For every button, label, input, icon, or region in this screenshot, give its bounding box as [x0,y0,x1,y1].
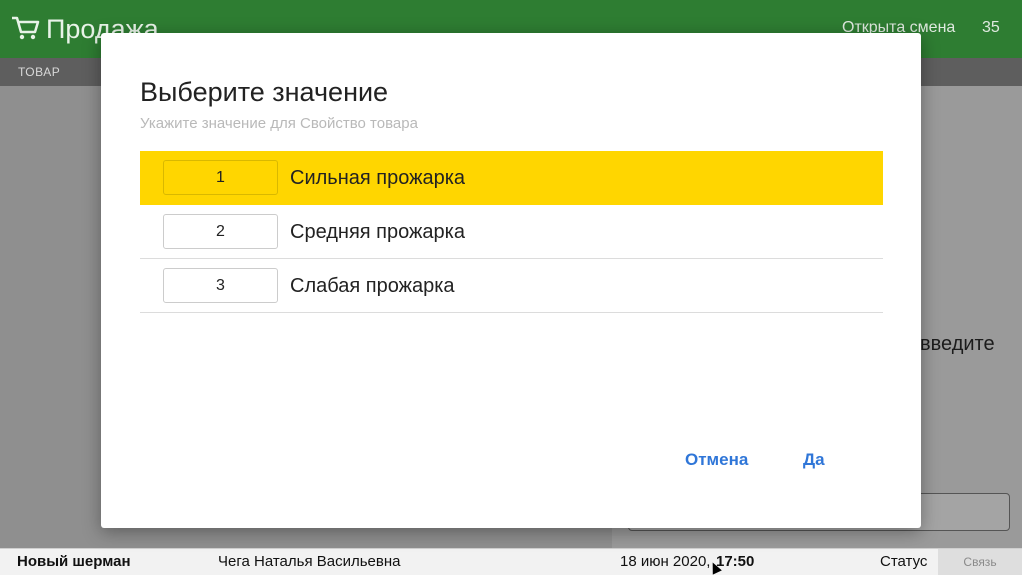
cancel-button[interactable]: Отмена [685,450,748,470]
option-item[interactable]: 3 Слабая прожарка [140,259,883,313]
option-label: Средняя прожарка [290,221,465,243]
input-hint: введите [920,333,995,355]
tab-product[interactable]: ТОВАР [18,65,60,79]
status-footer: Новый шерман Чега Наталья Васильевна 18 … [0,548,1022,575]
device-name: Новый шерман [17,553,131,570]
select-value-dialog: Выберите значение Укажите значение для С… [101,33,921,528]
dialog-title: Выберите значение [140,77,389,107]
status-link[interactable]: Статус [880,553,927,570]
time-label: 17:50 [716,553,755,570]
shift-number: 35 [982,19,1000,36]
cart-icon [12,16,40,40]
option-item[interactable]: 2 Средняя прожарка [140,205,883,259]
connection-button[interactable]: Связь [938,549,1022,575]
cashier-name: Чега Наталья Васильевна [218,553,401,570]
ok-button[interactable]: Да [803,450,825,470]
date-label: 18 июн 2020, [620,553,711,570]
option-item[interactable]: 1 Сильная прожарка [140,151,883,205]
option-label: Сильная прожарка [290,167,466,189]
dialog-subtitle: Укажите значение для Свойство товара [140,115,418,132]
option-number: 3 [163,268,278,303]
option-label: Слабая прожарка [290,275,455,297]
option-number: 1 [163,160,278,195]
option-number: 2 [163,214,278,249]
